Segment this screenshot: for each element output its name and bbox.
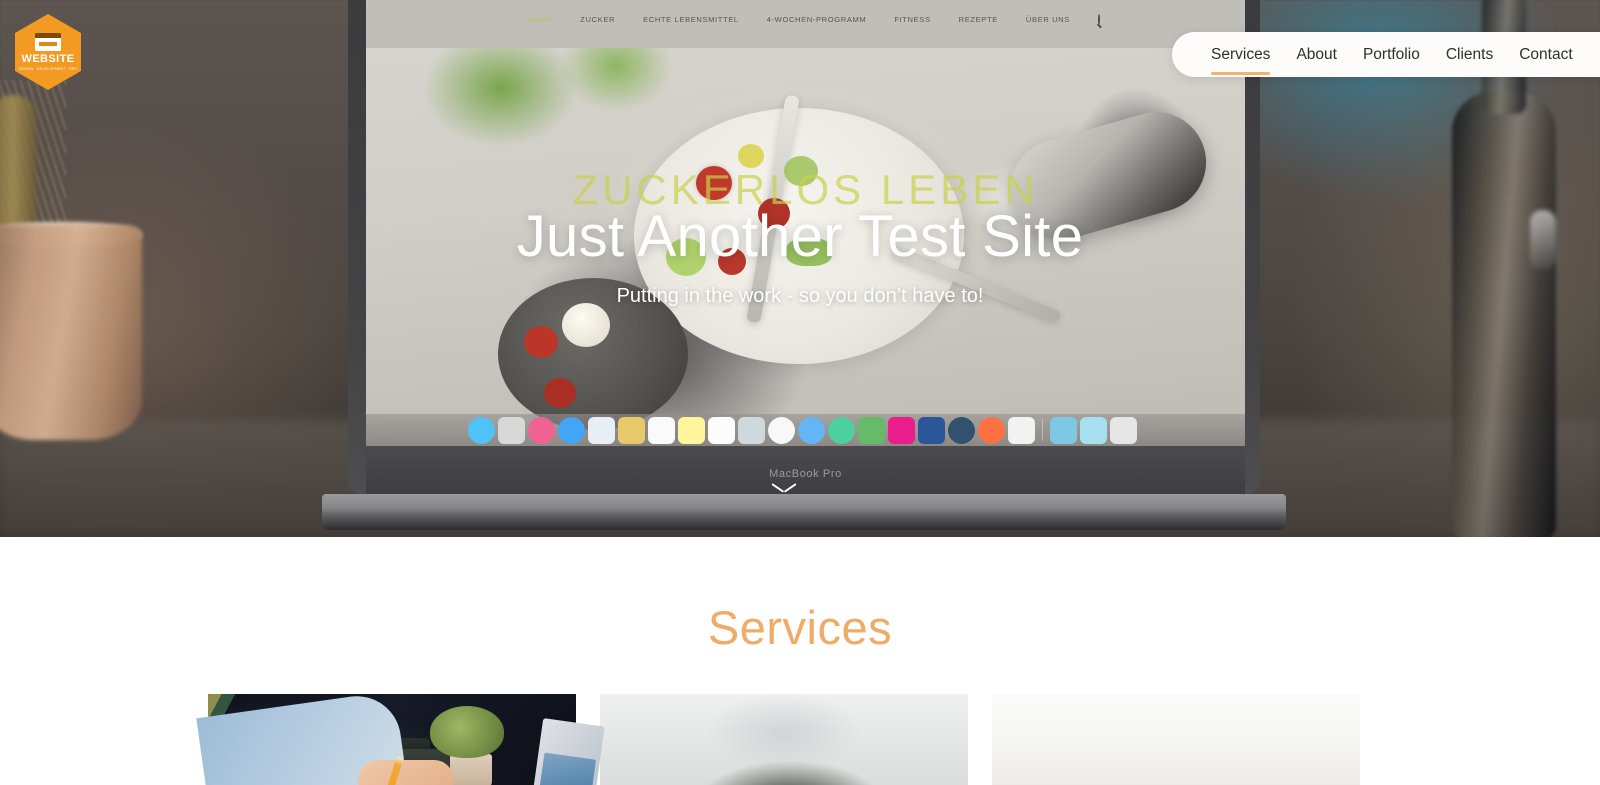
page-title: Just Another Test Site — [516, 204, 1084, 269]
inner-nav-item-rezepte[interactable]: REZEPTE — [959, 15, 998, 24]
services-section: Services — [0, 537, 1600, 785]
magenta-app-icon[interactable] — [888, 416, 915, 444]
trash-icon[interactable] — [1110, 416, 1137, 444]
active-underline — [1211, 71, 1271, 75]
google-drive-icon[interactable] — [858, 416, 885, 444]
services-card-grid — [196, 690, 1360, 785]
system-preferences-icon[interactable] — [498, 416, 525, 444]
finder-icon[interactable] — [468, 416, 495, 444]
hero-subtitle: Putting in the work - so you don’t have … — [616, 284, 984, 307]
preview-icon[interactable] — [738, 416, 765, 444]
nav-item-clients[interactable]: Clients — [1433, 46, 1506, 64]
reminders-icon[interactable] — [708, 416, 735, 444]
logo-wordmark: WEBSITE — [21, 52, 75, 65]
cherry-tomato — [544, 378, 576, 408]
inner-nav-search[interactable] — [1097, 13, 1100, 25]
itunes-icon[interactable] — [528, 416, 555, 444]
contacts-icon[interactable] — [618, 416, 645, 444]
laptop-base — [322, 494, 1286, 530]
chevron-down-icon[interactable] — [772, 483, 796, 497]
photos-icon[interactable] — [768, 416, 795, 444]
garlic-bulb — [562, 303, 610, 347]
notes-icon[interactable] — [678, 416, 705, 444]
nav-item-contact[interactable]: Contact — [1506, 46, 1585, 64]
main-navigation[interactable]: Services About Portfolio Clients Contact — [1172, 32, 1600, 77]
cherry-tomato — [524, 326, 558, 358]
landing-page: ZUCKERLOS LEBEN HOME ZUCKER ECHTE LEBENS… — [0, 0, 1600, 785]
word-icon[interactable] — [918, 416, 945, 444]
inner-nav-item-ueber-uns[interactable]: ÜBER UNS — [1026, 15, 1070, 24]
excel-icon[interactable] — [1008, 416, 1035, 444]
device-label: MacBook Pro — [769, 468, 842, 480]
inner-nav-item-fitness[interactable]: FITNESS — [894, 15, 930, 24]
services-heading: Services — [707, 601, 893, 654]
mail-icon[interactable] — [588, 416, 615, 444]
search-icon[interactable] — [1097, 13, 1100, 25]
logo-tagline: DESIGN · DEVELOPMENT · SEO — [18, 66, 78, 71]
app-store-icon[interactable] — [798, 416, 825, 444]
consulting-card[interactable] — [196, 690, 1360, 785]
logo-hexagon: WEBSITE DESIGN · DEVELOPMENT · SEO — [15, 14, 81, 90]
inner-nav-item-zucker[interactable]: ZUCKER — [580, 15, 615, 24]
inner-nav-item-programm[interactable]: 4-WOCHEN-PROGRAMM — [767, 15, 867, 24]
folder-icon[interactable] — [1050, 416, 1077, 444]
glass-bottle — [1452, 92, 1556, 537]
firefox-icon[interactable] — [978, 416, 1005, 444]
site-logo[interactable]: WEBSITE DESIGN · DEVELOPMENT · SEO — [15, 14, 81, 90]
nav-item-about[interactable]: About — [1283, 46, 1350, 64]
inner-nav-item-lebensmittel[interactable]: ECHTE LEBENSMITTEL — [643, 15, 739, 24]
calendar-icon[interactable] — [648, 416, 675, 444]
nav-item-portfolio[interactable]: Portfolio — [1350, 46, 1433, 64]
macos-dock[interactable] — [366, 414, 1245, 446]
hero-text-block: Just Another Test Site Putting in the wo… — [0, 204, 1600, 308]
downloads-icon[interactable] — [1080, 416, 1107, 444]
inner-nav-list: HOME ZUCKER ECHTE LEBENSMITTEL 4-WOCHEN-… — [527, 13, 1100, 25]
laptop-bezel-bottom: MacBook Pro — [366, 446, 1245, 495]
nav-item-services[interactable]: Services — [1198, 45, 1283, 75]
salad-olive — [738, 144, 764, 168]
browser-window-icon — [35, 32, 61, 51]
inner-site-navigation[interactable]: HOME ZUCKER ECHTE LEBENSMITTEL 4-WOCHEN-… — [366, 0, 1245, 48]
photoshop-icon[interactable] — [948, 416, 975, 444]
inner-nav-item-home[interactable]: HOME — [527, 15, 552, 24]
nav-item-label: Services — [1211, 45, 1271, 63]
photography-card[interactable] — [314, 694, 968, 785]
hero-section: ZUCKERLOS LEBEN HOME ZUCKER ECHTE LEBENS… — [0, 0, 1600, 537]
dock-separator — [1042, 419, 1043, 441]
messages-icon[interactable] — [828, 416, 855, 444]
safari-icon[interactable] — [558, 416, 585, 444]
